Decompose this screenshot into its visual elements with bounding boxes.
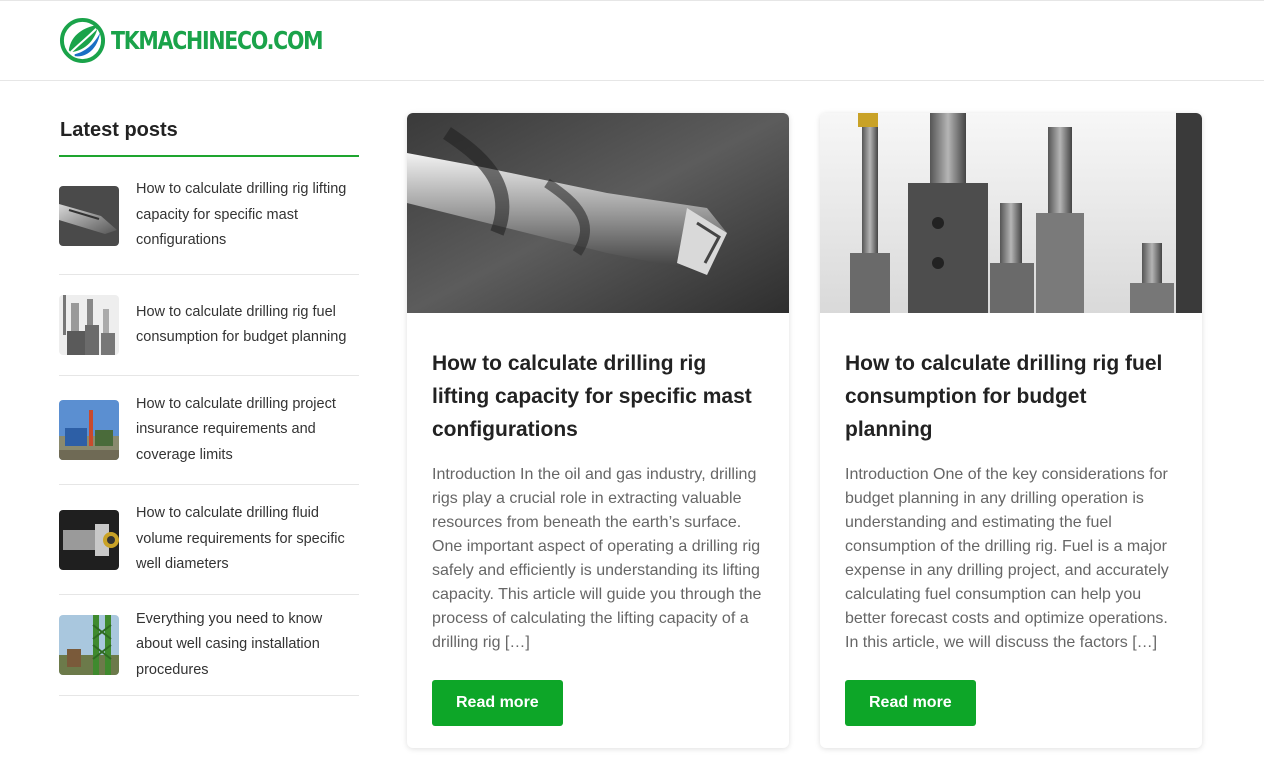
- latest-post-item[interactable]: How to calculate drilling fluid volume r…: [59, 485, 359, 595]
- post-thumbnail[interactable]: [59, 509, 119, 570]
- post-thumbnail[interactable]: [59, 295, 119, 355]
- read-more-button[interactable]: Read more: [432, 680, 563, 726]
- post-card-title[interactable]: How to calculate drilling rig fuel consu…: [845, 347, 1178, 446]
- post-title[interactable]: How to calculate drilling project insura…: [136, 392, 359, 469]
- post-card-excerpt: Introduction In the oil and gas industry…: [432, 466, 762, 651]
- latest-posts-sidebar: Latest posts How to calculate drilling r…: [59, 113, 359, 696]
- post-title[interactable]: How to calculate drilling rig fuel consu…: [136, 300, 359, 351]
- drilling-site-thumbnail-icon: [59, 400, 119, 460]
- post-title[interactable]: How to calculate drilling fluid volume r…: [136, 501, 359, 578]
- logo-text: TKMACHINECO.COM: [111, 26, 324, 55]
- post-card: How to calculate drilling rig lifting ca…: [407, 113, 789, 748]
- post-card-title[interactable]: How to calculate drilling rig lifting ca…: [432, 347, 765, 446]
- tool-holder-thumbnail-icon: [59, 509, 119, 570]
- end-mill-tools-thumbnail-icon: [59, 295, 119, 355]
- leaf-logo-icon: [59, 17, 106, 64]
- latest-posts-list: How to calculate drilling rig lifting ca…: [59, 157, 359, 696]
- site-header: TKMACHINECO.COM: [0, 0, 1264, 81]
- end-mill-tools-image-icon: [820, 113, 1202, 313]
- post-title[interactable]: How to calculate drilling rig lifting ca…: [136, 177, 359, 254]
- latest-post-item[interactable]: Everything you need to know about well c…: [59, 595, 359, 696]
- latest-post-item[interactable]: How to calculate drilling rig fuel consu…: [59, 275, 359, 376]
- post-card-image[interactable]: [820, 113, 1202, 313]
- latest-post-item[interactable]: How to calculate drilling project insura…: [59, 376, 359, 485]
- post-card-body: How to calculate drilling rig fuel consu…: [820, 313, 1202, 748]
- drill-bit-image-icon: [407, 113, 789, 313]
- post-thumbnail[interactable]: [59, 615, 119, 675]
- rig-structure-thumbnail-icon: [59, 615, 119, 675]
- post-card: How to calculate drilling rig fuel consu…: [820, 113, 1202, 748]
- post-title[interactable]: Everything you need to know about well c…: [136, 607, 359, 684]
- post-card-excerpt: Introduction One of the key consideratio…: [845, 466, 1169, 651]
- post-thumbnail[interactable]: [59, 185, 119, 246]
- post-card-body: How to calculate drilling rig lifting ca…: [407, 313, 789, 748]
- site-logo[interactable]: TKMACHINECO.COM: [59, 17, 369, 64]
- post-thumbnail[interactable]: [59, 400, 119, 460]
- drill-bit-thumbnail-icon: [59, 185, 119, 246]
- post-card-image[interactable]: [407, 113, 789, 313]
- latest-post-item[interactable]: How to calculate drilling rig lifting ca…: [59, 157, 359, 275]
- read-more-button[interactable]: Read more: [845, 680, 976, 726]
- sidebar-title: Latest posts: [59, 113, 359, 157]
